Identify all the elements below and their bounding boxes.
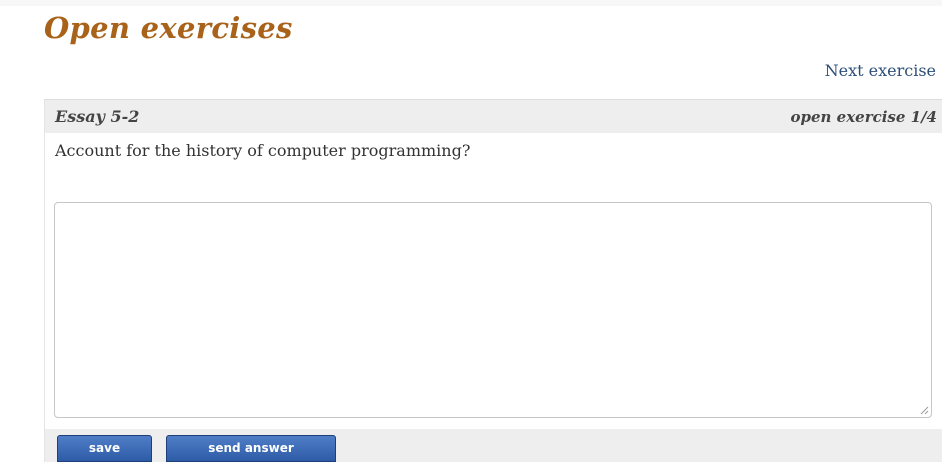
question-text: Account for the history of computer prog… [55,141,471,160]
save-button[interactable]: save [57,435,152,462]
answer-textarea[interactable] [54,202,932,418]
resize-grip-icon[interactable] [919,405,929,415]
send-answer-button[interactable]: send answer [166,435,336,462]
page-title: Open exercises [44,11,293,45]
exercise-header: Essay 5-2 open exercise 1/4 [45,100,942,133]
exercise-name: Essay 5-2 [55,107,140,126]
top-strip [0,0,942,6]
exercise-panel: Essay 5-2 open exercise 1/4 Account for … [44,99,942,462]
button-bar: save send answer [45,429,942,462]
next-exercise-link[interactable]: Next exercise [825,60,936,82]
exercise-counter: open exercise 1/4 [790,108,938,126]
